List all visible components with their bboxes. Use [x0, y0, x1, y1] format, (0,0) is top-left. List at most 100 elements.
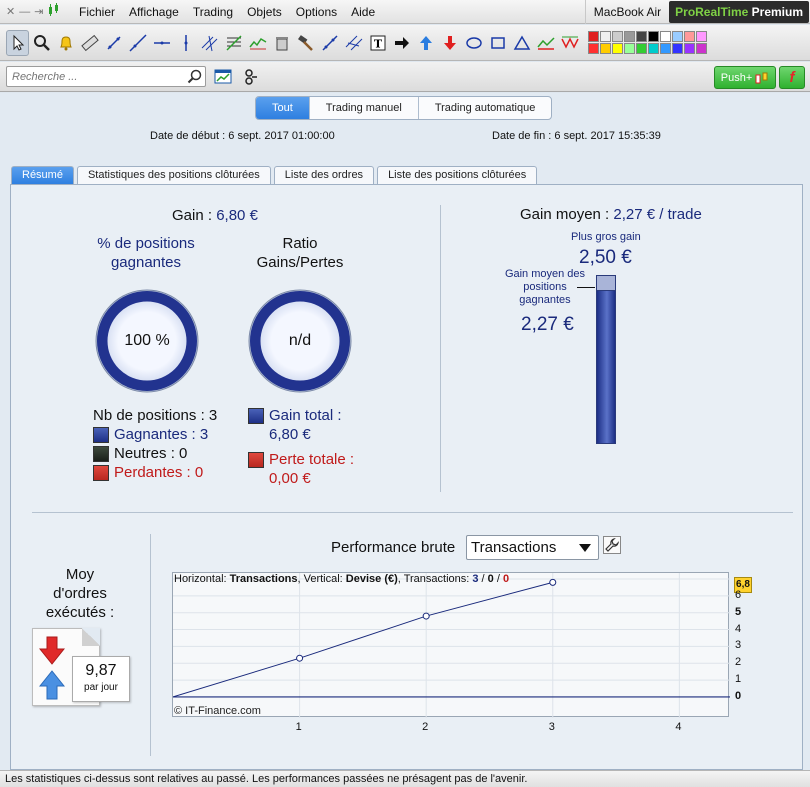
- color-swatch[interactable]: [648, 43, 659, 54]
- color-swatch[interactable]: [588, 43, 599, 54]
- zigzag-tool[interactable]: [558, 30, 581, 56]
- color-swatch[interactable]: [588, 31, 599, 42]
- horizontal-line-icon: [153, 41, 170, 44]
- line-icon: [128, 33, 147, 52]
- arrow-up-tool[interactable]: [414, 30, 437, 56]
- y-tick-label: 6: [735, 588, 742, 601]
- search-icon[interactable]: [187, 69, 202, 87]
- color-swatch[interactable]: [624, 43, 635, 54]
- search-field[interactable]: [6, 66, 206, 87]
- color-swatch[interactable]: [696, 31, 707, 42]
- delete-tool[interactable]: [270, 30, 293, 56]
- color-swatch[interactable]: [600, 43, 611, 54]
- parallel-icon: [345, 35, 362, 50]
- chevron-down-icon[interactable]: [576, 539, 594, 556]
- color-swatch[interactable]: [624, 31, 635, 42]
- vertical-line-tool[interactable]: [174, 30, 197, 56]
- tab-statistiques[interactable]: Statistiques des positions clôturées: [76, 166, 271, 184]
- red-swatch: [93, 464, 109, 481]
- pct-winning-gauge: 100 %: [94, 288, 200, 394]
- color-swatch[interactable]: [600, 31, 611, 42]
- tab-trading-manuel[interactable]: Trading manuel: [310, 97, 419, 119]
- menu-trading[interactable]: Trading: [186, 0, 240, 24]
- color-swatch[interactable]: [612, 43, 623, 54]
- tab-liste-positions[interactable]: Liste des positions clôturées: [377, 166, 538, 184]
- segment-tool[interactable]: [102, 30, 125, 56]
- search-input[interactable]: [12, 70, 182, 83]
- tab-tout[interactable]: Tout: [256, 97, 310, 119]
- x-tick-label: 2: [422, 721, 429, 733]
- gain-summary: Gain : 6,80 €: [172, 207, 258, 224]
- close-icon[interactable]: ✕: [6, 5, 15, 18]
- menu-aide[interactable]: Aide: [344, 0, 382, 24]
- tab-trading-automatique[interactable]: Trading automatique: [419, 97, 551, 119]
- channel-tool[interactable]: [198, 30, 221, 56]
- trend-pattern-tool[interactable]: [534, 30, 557, 56]
- color-swatch[interactable]: [648, 31, 659, 42]
- cross-line-tool[interactable]: [318, 30, 341, 56]
- performance-select[interactable]: Transactions: [466, 535, 599, 560]
- push-button[interactable]: Push+: [714, 66, 776, 89]
- line-tool[interactable]: [126, 30, 149, 56]
- pointer-tool[interactable]: [6, 29, 29, 56]
- pin-icon[interactable]: ⇥: [34, 5, 43, 18]
- chart-window-icon[interactable]: [212, 66, 234, 88]
- color-swatch[interactable]: [612, 31, 623, 42]
- buy-arrow-icon: [39, 670, 65, 700]
- wave-tool[interactable]: [246, 30, 269, 56]
- color-swatch[interactable]: [672, 31, 683, 42]
- minimize-icon[interactable]: —: [19, 6, 30, 18]
- ellipse-tool[interactable]: [462, 30, 485, 56]
- performance-title: Performance brute: [331, 539, 456, 556]
- menu-fichier[interactable]: Fichier: [72, 0, 122, 24]
- hammer-tool[interactable]: [294, 30, 317, 56]
- black-swatch: [93, 445, 109, 462]
- x-tick-label: 1: [295, 721, 302, 733]
- color-swatch[interactable]: [660, 43, 671, 54]
- fibonacci-tool[interactable]: [222, 30, 245, 56]
- horizontal-line-tool[interactable]: [150, 30, 173, 56]
- rectangle-tool[interactable]: [486, 30, 509, 56]
- y-tick-label: 2: [735, 656, 742, 669]
- color-swatch[interactable]: [672, 43, 683, 54]
- menu-objets[interactable]: Objets: [240, 0, 289, 24]
- color-swatch[interactable]: [684, 43, 695, 54]
- blue-swatch: [248, 407, 264, 424]
- menu-options[interactable]: Options: [289, 0, 344, 24]
- ruler-tool[interactable]: [78, 30, 101, 56]
- y-tick-label: 1: [735, 673, 742, 686]
- vertical-line-icon: [184, 34, 187, 51]
- section-divider: [440, 205, 441, 492]
- orders-label: Moy d'ordres exécutés :: [45, 566, 115, 621]
- main-content: Tout Trading manuel Trading automatique …: [0, 93, 810, 770]
- channel-icon: [201, 35, 217, 51]
- zoom-tool[interactable]: [30, 30, 53, 56]
- parallel-tool[interactable]: [342, 30, 365, 56]
- y-tick-label: 5: [735, 605, 742, 618]
- formula-button[interactable]: f: [779, 66, 805, 89]
- color-swatch[interactable]: [660, 31, 671, 42]
- arrow-down-tool[interactable]: [438, 30, 461, 56]
- cross-line-icon: [321, 34, 338, 51]
- wrench-icon[interactable]: [603, 536, 621, 554]
- alert-tool[interactable]: [54, 30, 77, 56]
- color-swatch[interactable]: [636, 31, 647, 42]
- color-palette: [588, 31, 707, 54]
- link-icon[interactable]: [240, 66, 262, 88]
- menu-affichage[interactable]: Affichage: [122, 0, 186, 24]
- triangle-tool[interactable]: [510, 30, 533, 56]
- bottom-divider: [150, 534, 151, 756]
- text-tool[interactable]: T: [366, 30, 389, 56]
- window-controls: ✕ — ⇥: [0, 3, 72, 20]
- tab-resume[interactable]: Résumé: [11, 166, 74, 184]
- ellipse-icon: [465, 36, 482, 49]
- color-swatch[interactable]: [636, 43, 647, 54]
- tab-liste-ordres[interactable]: Liste des ordres: [273, 166, 375, 184]
- sell-arrow-icon: [39, 636, 65, 665]
- menu-bar: ✕ — ⇥ Fichier Affichage Trading Objets O…: [0, 0, 810, 24]
- bell-icon: [59, 35, 72, 50]
- cursor-icon: [13, 34, 24, 51]
- arrow-right-tool[interactable]: [390, 30, 413, 56]
- color-swatch[interactable]: [684, 31, 695, 42]
- color-swatch[interactable]: [696, 43, 707, 54]
